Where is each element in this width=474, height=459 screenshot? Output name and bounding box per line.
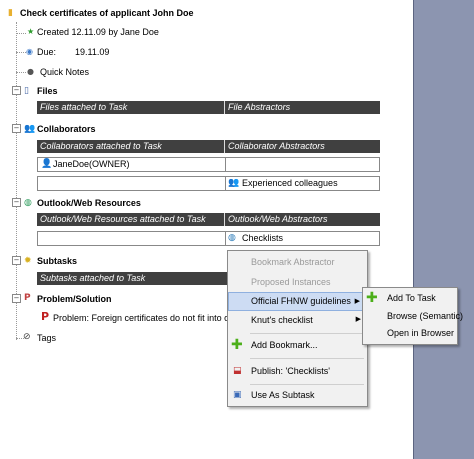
col-separator <box>225 158 226 171</box>
expand-files-icon[interactable]: − <box>12 86 21 95</box>
quick-notes[interactable]: Quick Notes <box>40 67 89 78</box>
clock-icon: ◉ <box>26 47 33 56</box>
task-title: Check certificates of applicant John Doe <box>20 8 194 18</box>
outlook-section-title: Outlook/Web Resources <box>37 198 141 208</box>
menu-item-label: Open in Browser <box>387 328 455 338</box>
globe-icon: ◍ <box>24 198 32 208</box>
menu-item-browse-semantic[interactable]: Browse (Semantic) <box>363 308 463 325</box>
menu-item-label: Official FHNW guidelines <box>251 296 351 306</box>
subtasks-section-title: Subtasks <box>37 256 78 266</box>
problem-icon: P <box>41 310 50 323</box>
menu-item-proposed-instances[interactable]: Proposed Instances <box>228 273 367 292</box>
menu-item-label: Browse (Semantic) <box>387 311 464 321</box>
table-row[interactable]: 👥 Experienced colleagues <box>37 176 380 191</box>
expand-collaborators-icon[interactable]: − <box>12 124 21 133</box>
files-section-title: Files <box>37 86 58 96</box>
menu-item-label: Add Bookmark... <box>251 340 318 350</box>
add-icon: ✚ <box>231 337 243 353</box>
menu-item-use-as-subtask[interactable]: ▣ Use As Subtask <box>228 386 367 405</box>
tree-guide <box>16 33 26 34</box>
menu-item-bookmark-abstractor[interactable]: Bookmark Abstractor <box>228 253 367 272</box>
sun-icon: ✹ <box>24 256 32 266</box>
publish-icon: ⬓ <box>233 366 242 376</box>
table-row[interactable]: 👤 JaneDoe(OWNER) <box>37 157 380 172</box>
tag-icon: ⊘ <box>23 332 31 342</box>
collaborators-col-attached: Collaborators attached to Task <box>40 141 162 151</box>
tags-label[interactable]: Tags <box>37 333 56 344</box>
collaborators-col-abstractors: Collaborator Abstractors <box>228 141 325 151</box>
submenu: ✚ Add To Task Browse (Semantic) Open in … <box>362 287 463 345</box>
expand-outlook-icon[interactable]: − <box>12 198 21 207</box>
people-icon: 👥 <box>24 124 36 134</box>
collaborators-table-header: Collaborators attached to Task Collabora… <box>37 140 380 153</box>
menu-item-label: Proposed Instances <box>251 277 331 287</box>
col-separator <box>224 101 225 114</box>
menu-item-label: Add To Task <box>387 293 436 303</box>
menu-separator <box>250 384 364 385</box>
menu-item-knuts-checklist[interactable]: Knut's checklist ▶ <box>228 311 367 330</box>
subtasks-col-attached: Subtasks attached to Task <box>40 273 146 283</box>
star-icon: ★ <box>27 27 35 36</box>
task-folder-icon: ▮ <box>8 8 13 18</box>
people-icon: 👥 <box>228 178 240 188</box>
person-icon: 👤 <box>41 159 53 169</box>
checklists-abstractor[interactable]: Checklists <box>242 233 283 244</box>
collaborator-name[interactable]: JaneDoe(OWNER) <box>53 159 130 170</box>
collaborator-abstractor[interactable]: Experienced colleagues <box>242 178 338 189</box>
collaborators-section-title: Collaborators <box>37 124 96 134</box>
outlook-table-header: Outlook/Web Resources attached to Task O… <box>37 213 380 226</box>
expand-subtasks-icon[interactable]: − <box>12 256 21 265</box>
submenu-arrow-icon: ▶ <box>355 315 361 323</box>
created-text: Created 12.11.09 by Jane Doe <box>37 27 159 37</box>
files-col-attached: Files attached to Task <box>40 102 128 112</box>
tree-guide <box>16 52 26 53</box>
menu-item-label: Bookmark Abstractor <box>251 257 335 267</box>
files-col-abstractors: File Abstractors <box>228 102 291 112</box>
menu-separator <box>250 358 364 359</box>
menu-item-fhnw-guidelines[interactable]: Official FHNW guidelines ▶ <box>228 292 367 311</box>
due-label: Due: <box>37 47 57 57</box>
problem-section-title: Problem/Solution <box>37 294 112 304</box>
col-separator <box>225 232 226 245</box>
col-separator <box>225 177 226 190</box>
col-separator <box>224 140 225 153</box>
subtasks-table-header: Subtasks attached to Task <box>37 272 227 285</box>
context-menu: Bookmark Abstractor Proposed Instances O… <box>227 250 368 407</box>
files-table-header: Files attached to Task File Abstractors <box>37 101 380 114</box>
problem-item[interactable]: Problem: Foreign certificates do not fit… <box>53 313 237 324</box>
bullet-icon: ● <box>27 67 34 76</box>
subtask-icon: ▣ <box>233 390 242 400</box>
menu-item-publish[interactable]: ⬓ Publish: 'Checklists' <box>228 362 367 381</box>
tree-guide <box>16 22 17 340</box>
outlook-col-abstractors: Outlook/Web Abstractors <box>228 214 328 224</box>
menu-item-add-bookmark[interactable]: ✚ Add Bookmark... <box>228 336 367 355</box>
due-date[interactable]: 19.11.09 <box>75 47 109 58</box>
globe-icon: ◍ <box>228 233 236 243</box>
menu-item-label: Publish: 'Checklists' <box>251 366 330 376</box>
menu-item-add-to-task[interactable]: ✚ Add To Task <box>363 290 457 307</box>
add-icon: ✚ <box>366 290 378 306</box>
panel-divider <box>413 0 414 459</box>
menu-separator <box>250 333 364 334</box>
table-row[interactable]: ◍ Checklists <box>37 231 380 246</box>
menu-item-label: Knut's checklist <box>251 315 313 325</box>
expand-problem-icon[interactable]: − <box>12 294 21 303</box>
menu-item-open-in-browser[interactable]: Open in Browser <box>363 325 457 342</box>
menu-item-label: Use As Subtask <box>251 390 315 400</box>
side-panel <box>414 0 474 459</box>
tree-guide <box>16 72 26 73</box>
file-icon: ▯ <box>24 86 29 96</box>
outlook-col-attached: Outlook/Web Resources attached to Task <box>40 214 206 224</box>
col-separator <box>224 213 225 226</box>
problem-icon: P <box>24 293 31 303</box>
submenu-arrow-icon: ▶ <box>354 297 360 305</box>
